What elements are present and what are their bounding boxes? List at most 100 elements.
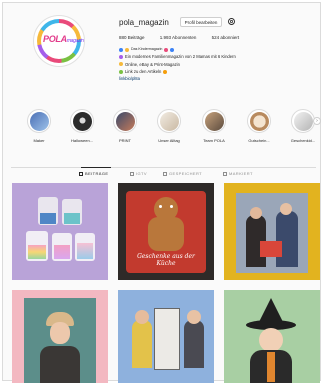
person-face xyxy=(135,310,149,324)
emoji-icon xyxy=(119,69,123,74)
highlight-label: PRINT xyxy=(119,138,131,143)
person-face xyxy=(280,203,292,215)
highlight-label: Halloween... xyxy=(70,138,93,143)
highlight-circle xyxy=(247,109,271,133)
highlight-circle xyxy=(157,109,181,133)
following-count[interactable]: 524 abonniert xyxy=(212,35,240,40)
person-face xyxy=(50,322,70,344)
profile-bio: Das Kindermagazin Ein modernes Familienm… xyxy=(119,46,309,82)
person-shape xyxy=(276,211,298,267)
highlight-image xyxy=(115,111,135,131)
profile-stats: 880 Beiträge 1.993 Abonnenten 524 abonni… xyxy=(119,35,253,40)
avatar-logo-text: POLA xyxy=(43,34,67,44)
chevron-right-icon[interactable]: › xyxy=(313,117,321,125)
bio-text: Online, eBay & Print-Magazin xyxy=(125,61,180,67)
posts-count: 880 Beiträge xyxy=(119,35,145,40)
post-caption: Geschenke aus der Küche xyxy=(137,253,195,267)
gingerbread-body xyxy=(148,217,184,251)
magazine-shape xyxy=(260,241,282,257)
highlight-circle xyxy=(202,109,226,133)
tab-label: MARKIERT xyxy=(229,171,253,176)
highlight-image xyxy=(204,111,224,131)
highlight-print[interactable]: PRINT xyxy=(107,109,143,143)
bio-text: Ein modernes Familienmagazin von 2 Mamas… xyxy=(125,54,236,60)
bio-line: Online, eBay & Print-Magazin xyxy=(119,61,309,68)
person-shape xyxy=(132,320,152,368)
highlight-image xyxy=(249,111,269,131)
bio-line: Ein modernes Familienmagazin von 2 Mamas… xyxy=(119,53,309,60)
heart-icon xyxy=(170,47,175,52)
highlight-unser-alltag[interactable]: Unser Alltag xyxy=(151,109,187,143)
jar-content xyxy=(64,213,80,224)
bookmark-icon xyxy=(163,171,167,176)
bio-line: Link zu den Artikeln xyxy=(119,68,309,75)
heart-icon xyxy=(164,47,169,52)
followers-count[interactable]: 1.993 Abonnenten xyxy=(160,35,197,40)
person-face xyxy=(250,207,262,219)
jar-content xyxy=(40,213,56,224)
highlight-label: Team POLA xyxy=(203,138,225,143)
tv-icon xyxy=(130,171,134,176)
emoji-icon xyxy=(119,62,123,67)
icing-eye xyxy=(170,205,173,208)
tab-markiert[interactable]: MARKIERT xyxy=(223,171,253,176)
bio-text: Das Kindermagazin xyxy=(131,47,163,51)
magazine-stand xyxy=(154,308,180,370)
avatar-logo: POLAmagazin xyxy=(43,34,84,44)
highlight-image xyxy=(72,111,92,131)
active-tab-indicator xyxy=(81,167,111,168)
gear-icon[interactable] xyxy=(227,17,236,26)
post-thumbnail[interactable] xyxy=(224,290,320,383)
highlight-circle xyxy=(113,109,137,133)
grid-icon xyxy=(79,171,83,176)
highlight-maker[interactable]: Maker xyxy=(21,109,57,143)
highlight-label: Maker xyxy=(33,138,45,143)
post-thumbnail[interactable]: Geschenke aus der Küche xyxy=(118,183,214,280)
instagram-profile-page: POLAmagazin pola_magazin Profil bearbeit… xyxy=(2,2,321,383)
bio-line: linkbio/pl8a xyxy=(119,75,309,82)
icing-eye xyxy=(159,205,162,208)
edit-profile-button[interactable]: Profil bearbeiten xyxy=(180,17,222,27)
post-thumbnail[interactable] xyxy=(224,183,320,280)
heart-icon xyxy=(125,47,129,52)
post-thumbnail[interactable] xyxy=(12,183,108,280)
tag-icon xyxy=(223,171,227,176)
post-thumbnail[interactable] xyxy=(118,290,214,383)
tabs-divider xyxy=(11,167,316,168)
person-face xyxy=(259,328,283,352)
story-highlights: Maker Halloween... PRINT Unser Alltag Te… xyxy=(21,109,321,149)
tab-gespeichert[interactable]: GESPEICHERT xyxy=(163,171,202,176)
jar-content xyxy=(54,245,70,259)
tab-igtv[interactable]: IGTV xyxy=(130,171,147,176)
post-thumbnail[interactable] xyxy=(12,290,108,383)
profile-avatar[interactable]: POLAmagazin xyxy=(33,15,85,67)
profile-username: pola_magazin xyxy=(119,18,169,27)
costume-stripe xyxy=(267,352,275,382)
person-shape xyxy=(40,346,80,383)
highlight-halloween[interactable]: Halloween... xyxy=(64,109,100,143)
tab-label: IGTV xyxy=(136,171,147,176)
tab-label: GESPEICHERT xyxy=(169,171,202,176)
bio-line: Das Kindermagazin xyxy=(119,46,309,53)
heart-icon xyxy=(119,47,123,52)
tab-label: BEITRÄGE xyxy=(85,171,109,176)
jar-content xyxy=(28,245,46,259)
highlight-circle xyxy=(27,109,51,133)
highlight-gutschein[interactable]: Gutschein... xyxy=(241,109,277,143)
highlight-label: Gutschein... xyxy=(248,138,270,143)
bio-link[interactable]: linkbio/pl8a xyxy=(119,75,140,82)
highlight-circle xyxy=(70,109,94,133)
highlight-image xyxy=(159,111,179,131)
highlight-label: Unser Alltag xyxy=(158,138,180,143)
avatar-logo-sub: magazin xyxy=(66,38,84,44)
highlight-circle xyxy=(291,109,315,133)
person-face xyxy=(187,310,201,324)
highlight-label: Geschenkid... xyxy=(290,138,316,143)
witch-hat-top xyxy=(258,298,284,324)
emoji-icon xyxy=(119,54,123,59)
highlight-image xyxy=(293,111,313,131)
tab-beitraege[interactable]: BEITRÄGE xyxy=(79,171,108,176)
pointing-hand-icon xyxy=(163,69,168,74)
highlight-team-pola[interactable]: Team POLA xyxy=(196,109,232,143)
highlight-geschenkideen[interactable]: Geschenkid... xyxy=(285,109,321,143)
